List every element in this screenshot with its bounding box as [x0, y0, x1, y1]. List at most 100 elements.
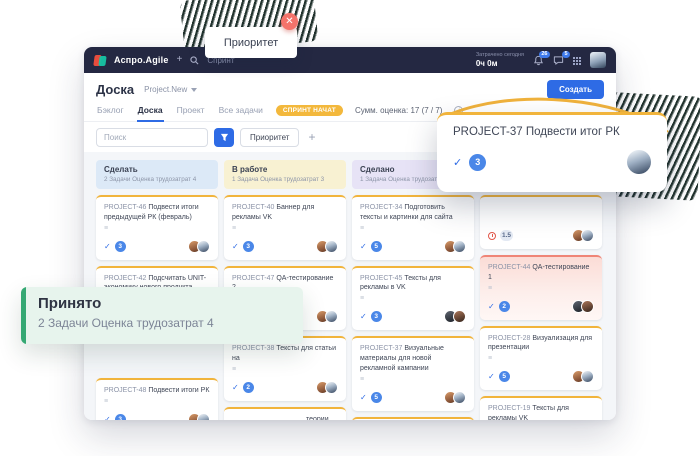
- task-status-group: ✓2: [232, 382, 254, 393]
- chevron-down-icon: [191, 88, 197, 92]
- description-icon: ≡: [232, 366, 338, 373]
- user-avatar[interactable]: [590, 52, 606, 68]
- task-card[interactable]: PROJECT-38 Тексты для статьи на≡✓2: [224, 336, 346, 401]
- apps-grid-icon[interactable]: [573, 55, 581, 65]
- task-code: PROJECT-42: [104, 275, 148, 282]
- task-title: PROJECT-44 QA-тестирование 1: [488, 263, 594, 283]
- task-footer: ✓2: [232, 381, 338, 394]
- task-card[interactable]: PROJECT-44 QA-тестирование 1≡✓2: [480, 255, 602, 320]
- check-icon: ✓: [104, 242, 111, 251]
- zoomed-task-card[interactable]: PROJECT-37 Подвести итог РК ✓ 3: [437, 112, 667, 192]
- avatar: [581, 300, 594, 313]
- assignees: [188, 240, 210, 253]
- task-status-group: 1.5: [488, 230, 513, 241]
- estimate-badge: 2: [243, 382, 254, 393]
- accepted-column-callout: Принято 2 Задачи Оценка трудозатрат 4: [21, 287, 303, 344]
- assignees: [316, 240, 338, 253]
- estimate-badge: 5: [371, 241, 382, 252]
- task-title: теории: [232, 415, 338, 420]
- column-meta: 2 Задачи Оценка трудозатрат 4: [38, 316, 287, 330]
- estimate-badge: 2: [499, 301, 510, 312]
- add-filter-button[interactable]: +: [305, 130, 318, 144]
- task-title: PROJECT-40 Баннер для рекламы VK: [232, 203, 338, 223]
- task-code: PROJECT-28: [488, 335, 532, 342]
- search-icon[interactable]: [190, 56, 199, 65]
- tab-backlog[interactable]: Бэклог: [96, 100, 125, 122]
- tab-board[interactable]: Доска: [137, 100, 164, 122]
- task-status-group: ✓5: [488, 371, 510, 382]
- column-meta: 2 Задачи Оценка трудозатрат 4: [104, 176, 210, 183]
- tab-all-tasks[interactable]: Все задачи: [218, 100, 264, 122]
- add-icon[interactable]: +: [177, 55, 183, 65]
- task-status-group: ✓3: [104, 241, 126, 252]
- avatar: [197, 240, 210, 253]
- task-title: PROJECT-28 Визуализация для презентации: [488, 334, 594, 354]
- task-card[interactable]: PROJECT-46 Подвести итоги предыдущей РК …: [96, 195, 218, 260]
- check-icon: ✓: [453, 156, 462, 169]
- avatar: [325, 381, 338, 394]
- task-card[interactable]: PROJECT-40 Баннер для рекламы VK≡✓3: [224, 195, 346, 260]
- task-status-group: ✓2: [488, 301, 510, 312]
- topbar-right-group: Затрачено сегодня 0ч 0м 26 5: [476, 52, 606, 68]
- avatar: [581, 370, 594, 383]
- description-icon: ≡: [488, 285, 594, 292]
- task-card[interactable]: PROJECT-23 Итоги РК≡✓5: [352, 417, 474, 420]
- task-code: PROJECT-19: [488, 405, 532, 412]
- project-name: Project.New: [144, 85, 187, 94]
- task-code: PROJECT-38: [232, 345, 276, 352]
- task-status-group: ✓3: [360, 311, 382, 322]
- notifications-bell-icon[interactable]: 26: [533, 55, 544, 66]
- check-icon: ✓: [232, 242, 239, 251]
- brand-name: Аспро.Agile: [114, 55, 169, 65]
- task-title: PROJECT-48 Подвести итоги РК: [104, 386, 210, 396]
- task-code: PROJECT-34: [360, 204, 404, 211]
- task-code: PROJECT-37: [360, 345, 404, 352]
- task-card[interactable]: теории≡✓3: [224, 407, 346, 420]
- assignees: [188, 413, 210, 420]
- task-card[interactable]: 1.5: [480, 195, 602, 249]
- task-footer: ✓5: [488, 370, 594, 383]
- assignees: [572, 229, 594, 242]
- app-window: Аспро.Agile + Спринт Затрачено сегодня 0…: [84, 47, 616, 420]
- assignees: [572, 300, 594, 313]
- board-column: Принято2 Задачи Оценка трудозатрат 41.5P…: [480, 160, 602, 420]
- time-tracker[interactable]: Затрачено сегодня 0ч 0м: [476, 52, 524, 68]
- column-title: Принято: [38, 295, 287, 312]
- messages-icon[interactable]: 5: [553, 55, 564, 66]
- estimate-badge: 3: [115, 241, 126, 252]
- task-footer: 1.5: [488, 229, 594, 242]
- description-icon: ≡: [104, 398, 210, 405]
- filter-button[interactable]: [214, 128, 234, 147]
- project-selector[interactable]: Project.New: [144, 85, 197, 94]
- tab-project[interactable]: Проект: [176, 100, 206, 122]
- check-icon: ✓: [488, 302, 495, 311]
- time-tracker-value: 0ч 0м: [476, 59, 524, 68]
- estimate-badge: 5: [499, 371, 510, 382]
- search-input[interactable]: [96, 128, 208, 147]
- task-card[interactable]: PROJECT-48 Подвести итоги РК≡✓3: [96, 378, 218, 420]
- description-icon: ≡: [360, 376, 466, 383]
- task-footer: ✓2: [488, 300, 594, 313]
- page-title: Доска: [96, 82, 134, 97]
- time-tracker-label: Затрачено сегодня: [476, 52, 524, 58]
- close-icon[interactable]: ✕: [281, 13, 298, 30]
- task-card[interactable]: PROJECT-28 Визуализация для презентации≡…: [480, 326, 602, 391]
- task-status-group: ✓5: [360, 392, 382, 403]
- task-card[interactable]: PROJECT-37 Визуальные материалы для ново…: [352, 336, 474, 410]
- description-icon: ≡: [232, 225, 338, 232]
- priority-filter-chip[interactable]: Приоритет: [240, 128, 299, 147]
- task-card[interactable]: PROJECT-34 Подготовить тексты и картинки…: [352, 195, 474, 260]
- covered-card-body: [488, 203, 594, 221]
- column-header[interactable]: Сделать2 Задачи Оценка трудозатрат 4: [96, 160, 218, 189]
- task-card[interactable]: PROJECT-45 Тексты для рекламы в VK≡✓3: [352, 266, 474, 331]
- column-header[interactable]: В работе1 Задача Оценка трудозатрат 3: [224, 160, 346, 189]
- task-footer: ✓3: [104, 240, 210, 253]
- task-card[interactable]: PROJECT-19 Тексты для рекламы VK≡✓5: [480, 396, 602, 420]
- task-code: PROJECT-47: [232, 275, 276, 282]
- create-button[interactable]: Создать: [547, 80, 604, 99]
- screenshot-canvas: Аспро.Agile + Спринт Затрачено сегодня 0…: [0, 0, 700, 456]
- check-icon: ✓: [488, 372, 495, 381]
- funnel-icon: [220, 133, 229, 142]
- estimate-badge: 3: [115, 414, 126, 420]
- avatar: [197, 413, 210, 420]
